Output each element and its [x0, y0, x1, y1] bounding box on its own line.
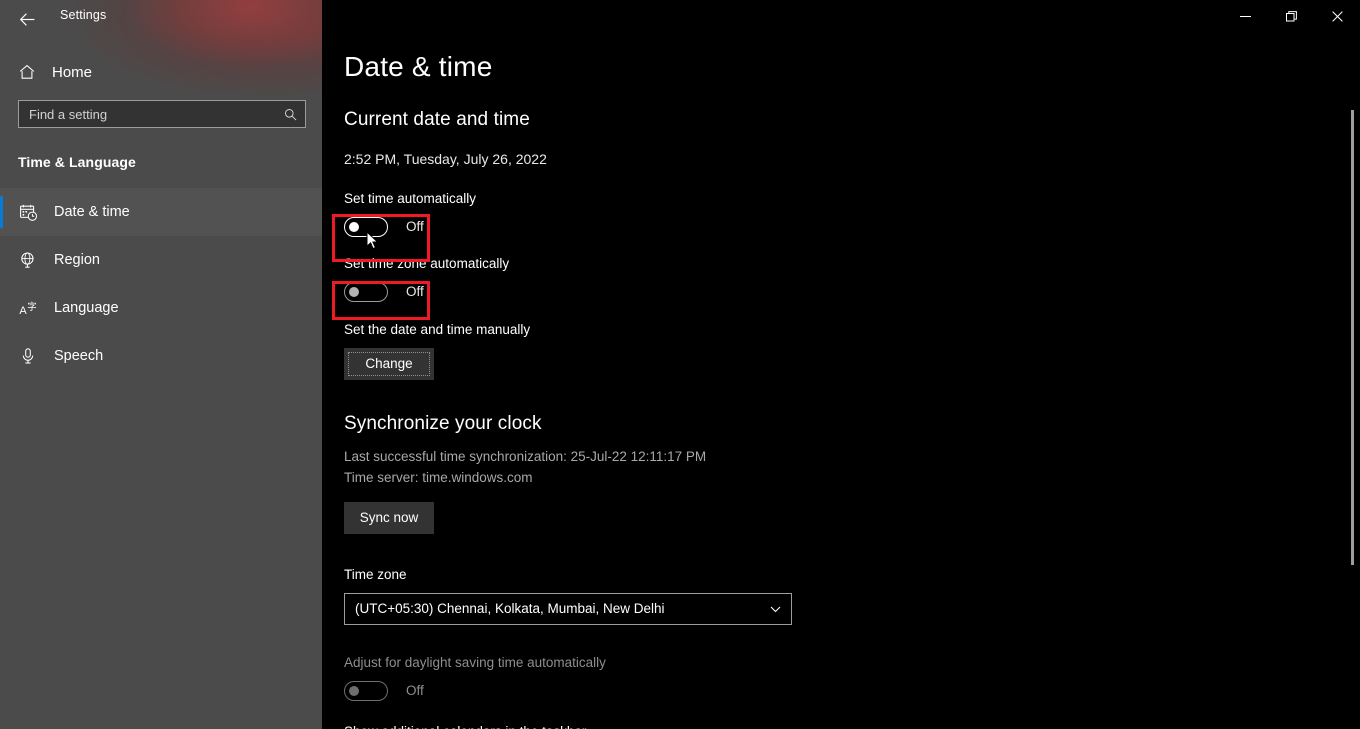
time-server-text: Time server: time.windows.com	[344, 469, 533, 485]
close-icon	[1331, 10, 1343, 22]
set-timezone-auto-state: Off	[406, 284, 424, 300]
sync-heading: Synchronize your clock	[344, 412, 542, 434]
last-sync-text: Last successful time synchronization: 25…	[344, 448, 707, 464]
sidebar-category-title: Time & Language	[18, 154, 136, 170]
dst-row: Off	[344, 680, 1104, 701]
change-button[interactable]: Change	[344, 347, 434, 380]
sidebar-item-date-time[interactable]: Date & time	[0, 188, 322, 236]
svg-text:A: A	[19, 305, 27, 317]
minimize-button[interactable]	[1222, 0, 1268, 32]
globe-icon	[16, 251, 40, 269]
sidebar-item-region-label: Region	[54, 252, 100, 268]
main-content: Date & time Current date and time 2:52 P…	[322, 0, 1360, 729]
app-title: Settings	[60, 8, 107, 22]
settings-window: Settings Home Find a setting Time & Lang…	[0, 0, 1360, 729]
chevron-down-icon	[769, 602, 782, 615]
sidebar: Settings Home Find a setting Time & Lang…	[0, 0, 322, 729]
restore-icon	[1285, 10, 1297, 21]
sidebar-item-home-label: Home	[52, 63, 93, 81]
search-icon[interactable]	[283, 107, 297, 121]
settings-content: Date & time Current date and time 2:52 P…	[344, 0, 1104, 729]
toggle-knob	[349, 221, 359, 232]
toggle-knob	[349, 286, 359, 297]
set-time-auto-row: Off	[344, 216, 1104, 237]
current-datetime-value: 2:52 PM, Tuesday, July 26, 2022	[344, 150, 547, 167]
back-button[interactable]	[8, 2, 46, 36]
minimize-icon	[1239, 15, 1251, 17]
set-timezone-auto-label: Set time zone automatically	[344, 255, 510, 271]
dst-toggle	[344, 680, 388, 701]
manual-set-label: Set the date and time manually	[344, 321, 531, 337]
sidebar-nav: Date & time Region A 字 Language Speech	[0, 188, 322, 380]
close-button[interactable]	[1314, 0, 1360, 32]
sidebar-item-date-time-label: Date & time	[54, 204, 130, 220]
calendar-clock-icon	[16, 203, 40, 222]
search-container	[18, 100, 306, 128]
sidebar-item-language[interactable]: A 字 Language	[0, 284, 322, 332]
search-input[interactable]	[19, 106, 305, 122]
sidebar-item-region[interactable]: Region	[0, 236, 322, 284]
window-controls	[1222, 0, 1360, 32]
sidebar-item-speech[interactable]: Speech	[0, 332, 322, 380]
home-icon	[16, 63, 38, 81]
scrollbar-thumb[interactable]	[1351, 110, 1354, 565]
current-date-time-heading: Current date and time	[344, 108, 530, 130]
set-time-auto-label: Set time automatically	[344, 190, 477, 206]
timezone-value: (UTC+05:30) Chennai, Kolkata, Mumbai, Ne…	[355, 601, 665, 617]
toggle-knob	[349, 685, 359, 696]
set-timezone-auto-row: Off	[344, 281, 1104, 302]
page-title: Date & time	[344, 51, 493, 82]
search-box[interactable]	[18, 100, 306, 128]
sidebar-item-speech-label: Speech	[54, 348, 104, 364]
timezone-select[interactable]: (UTC+05:30) Chennai, Kolkata, Mumbai, Ne…	[344, 592, 792, 625]
set-time-auto-state: Off	[406, 219, 424, 235]
dst-state: Off	[406, 683, 424, 699]
sidebar-item-home[interactable]: Home	[0, 52, 322, 92]
timezone-label: Time zone	[344, 566, 407, 582]
language-icon: A 字	[16, 299, 40, 317]
sync-now-button[interactable]: Sync now	[344, 501, 434, 534]
dst-label: Adjust for daylight saving time automati…	[344, 654, 606, 670]
titlebar-left: Settings	[0, 0, 322, 40]
set-timezone-auto-toggle[interactable]	[344, 281, 388, 302]
sidebar-item-language-label: Language	[54, 300, 119, 316]
additional-calendars-label: Show additional calendars in the taskbar	[344, 724, 1104, 729]
back-arrow-icon	[19, 12, 34, 26]
restore-button[interactable]	[1268, 0, 1314, 32]
svg-text:字: 字	[27, 301, 37, 313]
vertical-scrollbar[interactable]	[1346, 32, 1360, 729]
set-time-auto-toggle[interactable]	[344, 216, 388, 237]
microphone-icon	[16, 347, 40, 365]
